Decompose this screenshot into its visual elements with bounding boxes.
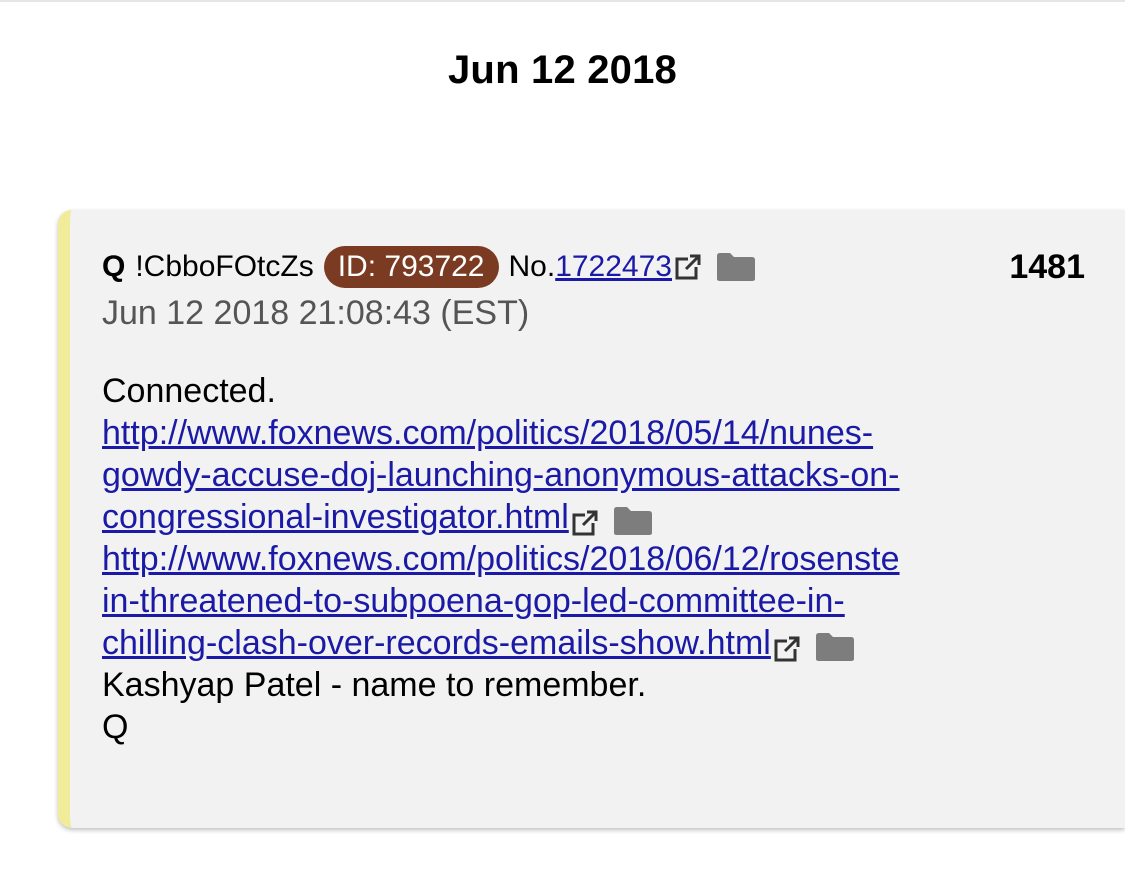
post-body: Connected. http://www.foxnews.com/politi…	[102, 370, 1102, 748]
folder-icon[interactable]	[815, 630, 855, 662]
folder-icon[interactable]	[716, 252, 756, 282]
post-timestamp: Jun 12 2018 21:08:43 (EST)	[102, 294, 530, 332]
post-text-line: Kashyap Patel - name to remember.	[102, 666, 647, 704]
post-number: 1481	[1009, 248, 1085, 286]
post-no-label: No.	[508, 250, 556, 283]
article-link-2[interactable]: in-threatened-to-subpoena-gop-led-commit…	[102, 582, 845, 620]
article-link-2[interactable]: chilling-clash-over-records-emails-show.…	[102, 624, 771, 662]
external-link-icon[interactable]	[571, 505, 599, 536]
article-link-2[interactable]: http://www.foxnews.com/politics/2018/06/…	[102, 540, 900, 578]
post-header: Q !CbboFOtcZs ID: 793722 No. 1722473	[102, 246, 756, 288]
link-line: http://www.foxnews.com/politics/2018/05/…	[102, 412, 1102, 454]
date-heading: Jun 12 2018	[447, 48, 678, 92]
link-line: in-threatened-to-subpoena-gop-led-commit…	[102, 580, 1102, 622]
article-link-1[interactable]: http://www.foxnews.com/politics/2018/05/…	[102, 414, 873, 452]
folder-icon[interactable]	[613, 504, 653, 536]
link-line: http://www.foxnews.com/politics/2018/06/…	[102, 538, 1102, 580]
external-link-icon[interactable]	[773, 631, 801, 662]
link-line: congressional-investigator.html	[102, 496, 1102, 538]
post-number-link[interactable]: 1722473	[555, 250, 672, 284]
post-signature: Q	[102, 708, 129, 746]
post-card: Q !CbboFOtcZs ID: 793722 No. 1722473 148…	[58, 210, 1125, 828]
tripcode: !CbboFOtcZs	[135, 250, 314, 283]
article-link-1[interactable]: gowdy-accuse-doj-launching-anonymous-att…	[102, 456, 900, 494]
external-link-icon[interactable]	[674, 253, 702, 281]
link-line: gowdy-accuse-doj-launching-anonymous-att…	[102, 454, 1102, 496]
article-link-1[interactable]: congressional-investigator.html	[102, 498, 569, 536]
post-text-line: Connected.	[102, 372, 276, 410]
link-line: chilling-clash-over-records-emails-show.…	[102, 622, 1102, 664]
id-badge: ID: 793722	[323, 246, 499, 288]
author-name: Q	[102, 250, 126, 283]
top-divider	[0, 0, 1125, 2]
